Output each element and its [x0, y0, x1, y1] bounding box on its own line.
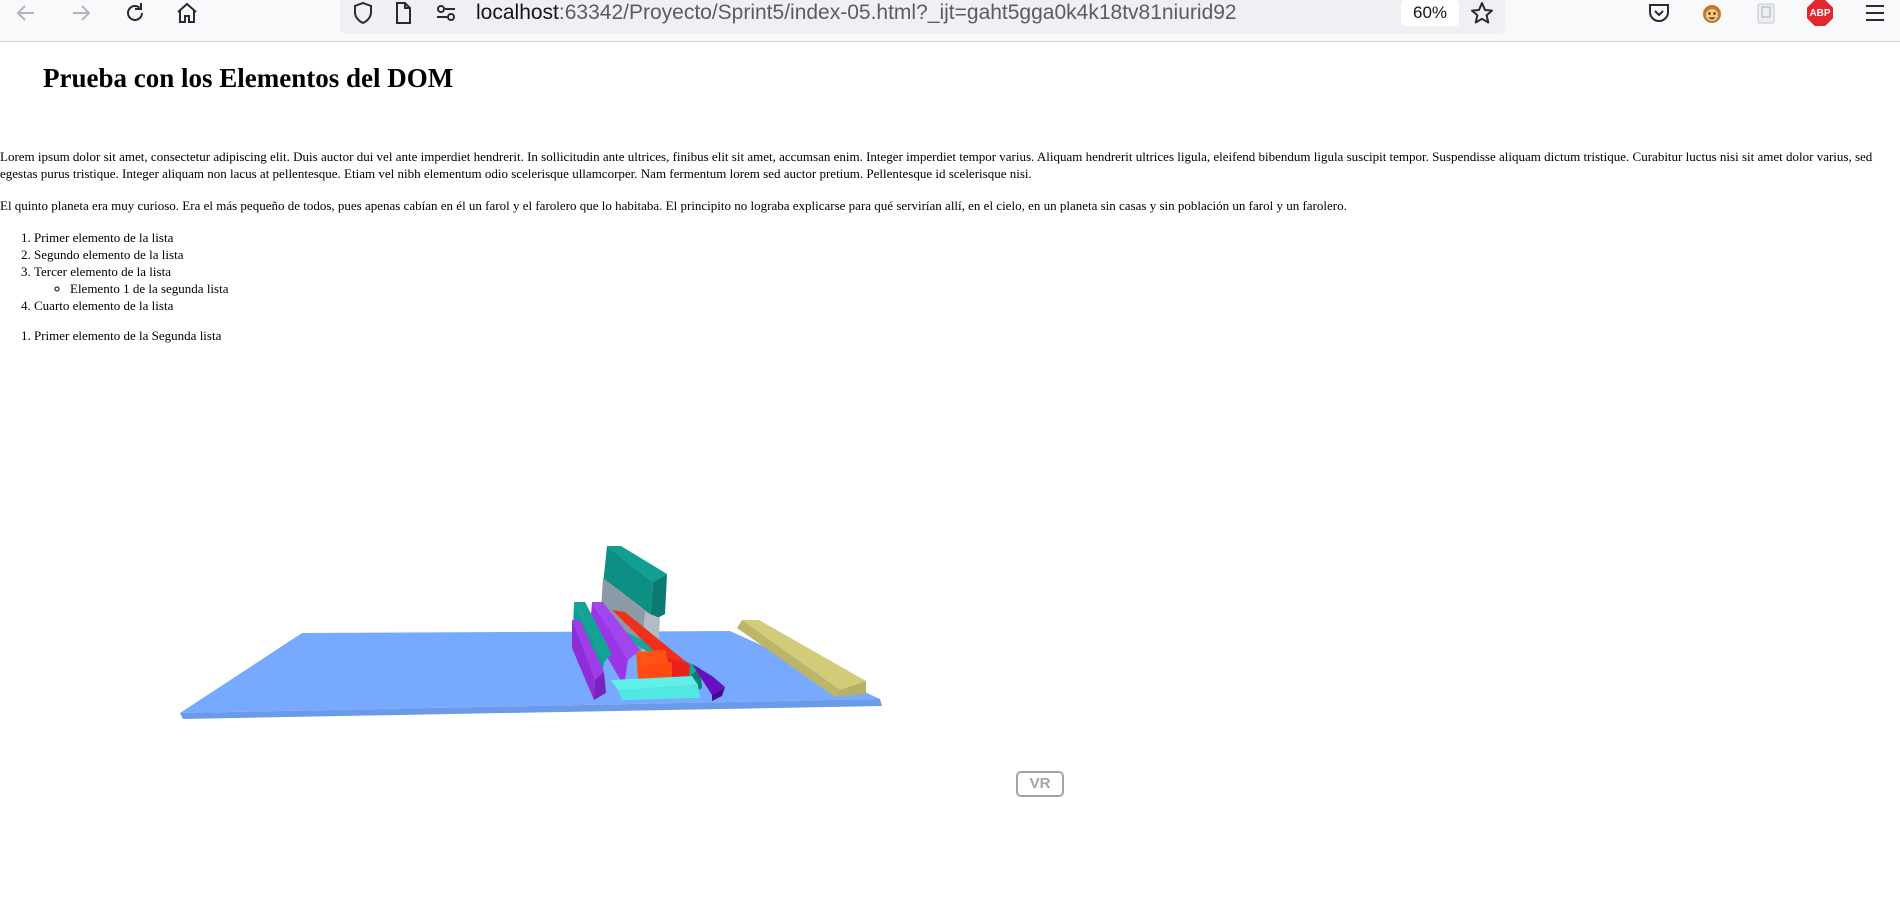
indigo-block-side [712, 687, 725, 701]
red-block-front [660, 655, 690, 688]
paragraph-principito: El quinto planeta era muy curioso. Era e… [0, 198, 1347, 213]
list-item: Primer elemento de la Segunda lista [34, 327, 221, 344]
list-item: Segundo elemento de la lista [34, 246, 228, 263]
teal-rail-side [690, 668, 702, 694]
ordered-list-1: Primer elemento de la lista Segundo elem… [0, 229, 228, 314]
bookmark-star-icon[interactable] [1467, 0, 1497, 26]
url-text[interactable]: localhost:63342/Proyecto/Sprint5/index-0… [476, 0, 1237, 26]
teal-rail [603, 626, 700, 676]
teal-front-rail-front [573, 602, 604, 690]
purple-front-rail-front [572, 620, 595, 700]
khaki-block [742, 620, 866, 690]
teal-back-block-front [603, 546, 653, 622]
khaki-block-front [835, 681, 866, 697]
purple-front-rail-end [594, 672, 606, 700]
extension-icon[interactable] [1751, 0, 1781, 26]
cyan-slab [611, 676, 698, 690]
scene-canvas [180, 546, 882, 719]
gray-block-front [600, 578, 645, 660]
indigo-block [692, 664, 725, 695]
tampermonkey-icon[interactable] [1697, 0, 1727, 26]
pocket-icon[interactable] [1644, 0, 1674, 26]
nested-list: Elemento 1 de la segunda lista [34, 280, 228, 297]
ordered-list-2: Primer elemento de la Segunda lista [0, 327, 221, 344]
list-item: Primer elemento de la lista [34, 229, 228, 246]
list-item: Cuarto elemento de la lista [34, 297, 228, 314]
list-item-label: Tercer elemento de la lista [34, 264, 171, 279]
purple-rail [592, 602, 640, 660]
ground-plane-edge [180, 699, 882, 719]
gray-block-side [641, 612, 660, 660]
teal-front-rail [574, 602, 612, 662]
url-path: :63342/Proyecto/Sprint5/index-05.html?_i… [558, 1, 1237, 24]
teal-back-block [607, 546, 667, 582]
gray-block [603, 578, 658, 622]
ground-plane [180, 631, 880, 713]
zoom-level[interactable]: 60% [1401, 0, 1459, 26]
list-item: Tercer elemento de la lista Elemento 1 d… [34, 263, 228, 297]
reload-icon[interactable] [120, 0, 150, 26]
orange-block [636, 650, 672, 682]
hamburger-menu-icon[interactable] [1860, 0, 1890, 26]
purple-front-rail [572, 620, 604, 680]
permissions-icon[interactable] [431, 0, 461, 26]
url-host: localhost [476, 1, 559, 24]
page-icon[interactable] [388, 0, 418, 26]
vr-button[interactable]: VR [1016, 771, 1064, 797]
teal-back-block-side [650, 574, 667, 622]
nested-list-item: Elemento 1 de la segunda lista [70, 280, 228, 297]
purple-rail-front [590, 602, 628, 686]
red-block [612, 610, 690, 675]
orange-block-front [638, 662, 672, 690]
browser-toolbar: localhost:63342/Proyecto/Sprint5/index-0… [0, 0, 1900, 42]
adblock-plus-icon[interactable]: ABP [1805, 0, 1835, 26]
home-icon[interactable] [172, 0, 202, 26]
paragraph-lorem: Lorem ipsum dolor sit amet, consectetur … [0, 149, 1873, 181]
forward-arrow-icon[interactable] [66, 0, 96, 26]
url-bar[interactable]: localhost:63342/Proyecto/Sprint5/index-0… [340, 0, 1505, 34]
khaki-block-side [737, 620, 840, 697]
cyan-slab-front [618, 685, 700, 700]
adblock-plus-label: ABP [1807, 0, 1833, 26]
page-title: Prueba con los Elementos del DOM [43, 63, 454, 93]
back-arrow-icon[interactable] [11, 0, 41, 26]
shield-icon[interactable] [348, 0, 378, 26]
